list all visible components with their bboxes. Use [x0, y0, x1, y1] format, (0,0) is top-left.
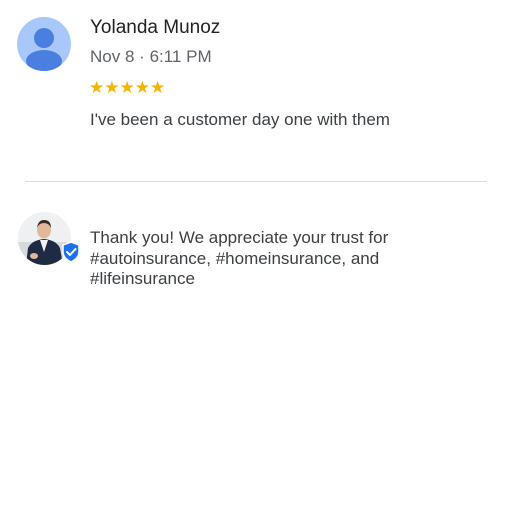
reviewer-name[interactable]: Yolanda Munoz — [90, 17, 220, 39]
meta-separator: · — [139, 47, 145, 66]
review-time: 6:11 PM — [149, 47, 212, 66]
verified-check-icon — [62, 241, 80, 263]
reply-line[interactable]: #lifeinsurance — [90, 269, 490, 290]
reviewer-avatar[interactable] — [17, 17, 71, 71]
divider — [25, 181, 487, 182]
review-body: I've been a customer day one with them — [90, 110, 390, 129]
reply-line[interactable]: #autoinsurance, #homeinsurance, and — [90, 249, 490, 270]
owner-reply: Thank you! We appreciate your trust for … — [90, 228, 490, 290]
verified-badge — [60, 241, 82, 263]
reply-line: Thank you! We appreciate your trust for — [90, 228, 389, 247]
review-timestamp: Nov 8 · 6:11 PM — [90, 47, 212, 67]
star-rating: ★★★★★ — [89, 78, 166, 97]
review-date: Nov 8 — [90, 47, 135, 66]
person-icon — [26, 28, 62, 71]
